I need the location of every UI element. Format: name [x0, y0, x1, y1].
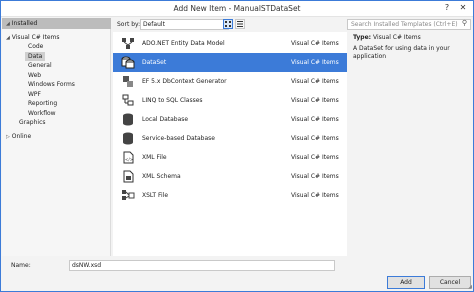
- installed-header[interactable]: ◢ Installed: [2, 18, 111, 29]
- item-language: Visual C# Items: [291, 135, 339, 142]
- tree-item-label: Online: [11, 133, 32, 140]
- item-language: Visual C# Items: [291, 59, 339, 66]
- name-input[interactable]: dsNW.xsd: [69, 260, 335, 271]
- item-language: Visual C# Items: [291, 116, 339, 123]
- tree-item-graphics[interactable]: Graphics: [19, 118, 46, 127]
- name-label: Name:: [11, 262, 31, 269]
- xml-schema-icon: [121, 170, 135, 183]
- small-icons-view-button[interactable]: [235, 19, 245, 29]
- search-input[interactable]: Search Installed Templates (Ctrl+E) ⚲: [347, 19, 471, 30]
- expanded-arrow-icon: ◢: [6, 35, 10, 41]
- xml-file-icon: </>: [121, 151, 135, 164]
- list-item-xml-file[interactable]: </> XML File Visual C# Items: [113, 148, 347, 167]
- item-language: Visual C# Items: [291, 40, 339, 47]
- list-view-icon: [237, 21, 243, 27]
- item-name: DataSet: [142, 59, 167, 66]
- item-name: Local Database: [142, 116, 189, 123]
- cancel-button[interactable]: Cancel: [429, 276, 471, 289]
- installed-label: Installed: [11, 20, 38, 27]
- tree-item-label: Visual C# Items: [11, 34, 60, 41]
- add-new-item-dialog: Add New Item - ManualSTDataSet ? ✕ ◢ Ins…: [0, 0, 474, 292]
- close-button[interactable]: ✕: [455, 2, 471, 14]
- tree-item-code[interactable]: Code: [28, 42, 43, 51]
- sort-value: Default: [143, 21, 165, 28]
- list-item-xml-schema[interactable]: XML Schema Visual C# Items: [113, 167, 347, 186]
- medium-icons-icon: [225, 21, 231, 27]
- tree-item-web[interactable]: Web: [28, 71, 41, 80]
- list-item-xslt-file[interactable]: XSLT File Visual C# Items: [113, 186, 347, 205]
- type-row: Type: Visual C# Items: [353, 34, 421, 41]
- item-language: Visual C# Items: [291, 78, 339, 85]
- tree-item-workflow[interactable]: Workflow: [28, 109, 56, 118]
- list-item-linq-to-sql-classes[interactable]: LINQ to SQL Classes Visual C# Items: [113, 91, 347, 110]
- list-item-ado-net-entity-data-model[interactable]: ADO.NET Entity Data Model Visual C# Item…: [113, 34, 347, 53]
- sort-by-label: Sort by:: [117, 21, 141, 28]
- tree-item-wpf[interactable]: WPF: [28, 90, 41, 99]
- tree-item-data[interactable]: Data: [25, 52, 46, 61]
- tree-item-windows-forms[interactable]: Windows Forms: [28, 80, 75, 89]
- item-name: LINQ to SQL Classes: [142, 97, 203, 104]
- category-tree: ◢ Installed ◢ Visual C# Items Code Data …: [2, 18, 111, 256]
- item-name: XML Schema: [142, 173, 181, 180]
- item-name: Service-based Database: [142, 135, 215, 142]
- item-name: EF 5.x DbContext Generator: [142, 78, 227, 85]
- list-item-ef-dbcontext-generator[interactable]: EF 5.x DbContext Generator Visual C# Ite…: [113, 72, 347, 91]
- database-icon: [121, 113, 135, 126]
- item-language: Visual C# Items: [291, 154, 339, 161]
- item-language: Visual C# Items: [291, 192, 339, 199]
- search-icon: ⚲: [461, 19, 467, 27]
- help-button[interactable]: ?: [439, 2, 455, 14]
- type-label: Type:: [353, 34, 372, 41]
- template-list: ADO.NET Entity Data Model Visual C# Item…: [113, 32, 347, 256]
- entity-model-icon: [121, 37, 135, 50]
- item-language: Visual C# Items: [291, 173, 339, 180]
- item-name: XSLT File: [142, 192, 169, 199]
- dataset-icon: [121, 56, 135, 69]
- window-title: Add New Item - ManualSTDataSet: [173, 4, 301, 13]
- list-item-service-based-database[interactable]: Service-based Database Visual C# Items: [113, 129, 347, 148]
- type-value: Visual C# Items: [372, 34, 421, 41]
- linq-to-sql-icon: [121, 94, 135, 107]
- list-item-local-database[interactable]: Local Database Visual C# Items: [113, 110, 347, 129]
- add-button[interactable]: Add: [387, 276, 425, 289]
- tree-item-visual-csharp-items[interactable]: ◢ Visual C# Items: [6, 33, 60, 42]
- svg-text:</>: </>: [125, 157, 133, 162]
- tree-item-reporting[interactable]: Reporting: [28, 99, 57, 108]
- item-description: A DataSet for using data in your applica…: [353, 45, 450, 60]
- dbcontext-generator-icon: [121, 75, 135, 88]
- item-name: XML File: [142, 154, 167, 161]
- item-name: ADO.NET Entity Data Model: [142, 40, 225, 47]
- tree-item-general[interactable]: General: [28, 61, 52, 70]
- tree-item-online[interactable]: ▷ Online: [6, 132, 31, 141]
- item-language: Visual C# Items: [291, 97, 339, 104]
- sort-dropdown[interactable]: Default ▾: [140, 19, 229, 30]
- database-icon: [121, 132, 135, 145]
- medium-icons-view-button[interactable]: [223, 19, 233, 29]
- collapse-arrow-icon: ◢: [6, 21, 10, 27]
- collapsed-arrow-icon: ▷: [6, 134, 10, 140]
- resize-grip-icon[interactable]: ◢: [468, 284, 472, 290]
- search-placeholder: Search Installed Templates (Ctrl+E): [351, 21, 458, 28]
- list-item-dataset[interactable]: DataSet Visual C# Items: [113, 53, 347, 72]
- title-bar: Add New Item - ManualSTDataSet ? ✕: [1, 1, 473, 17]
- xslt-file-icon: [121, 189, 135, 202]
